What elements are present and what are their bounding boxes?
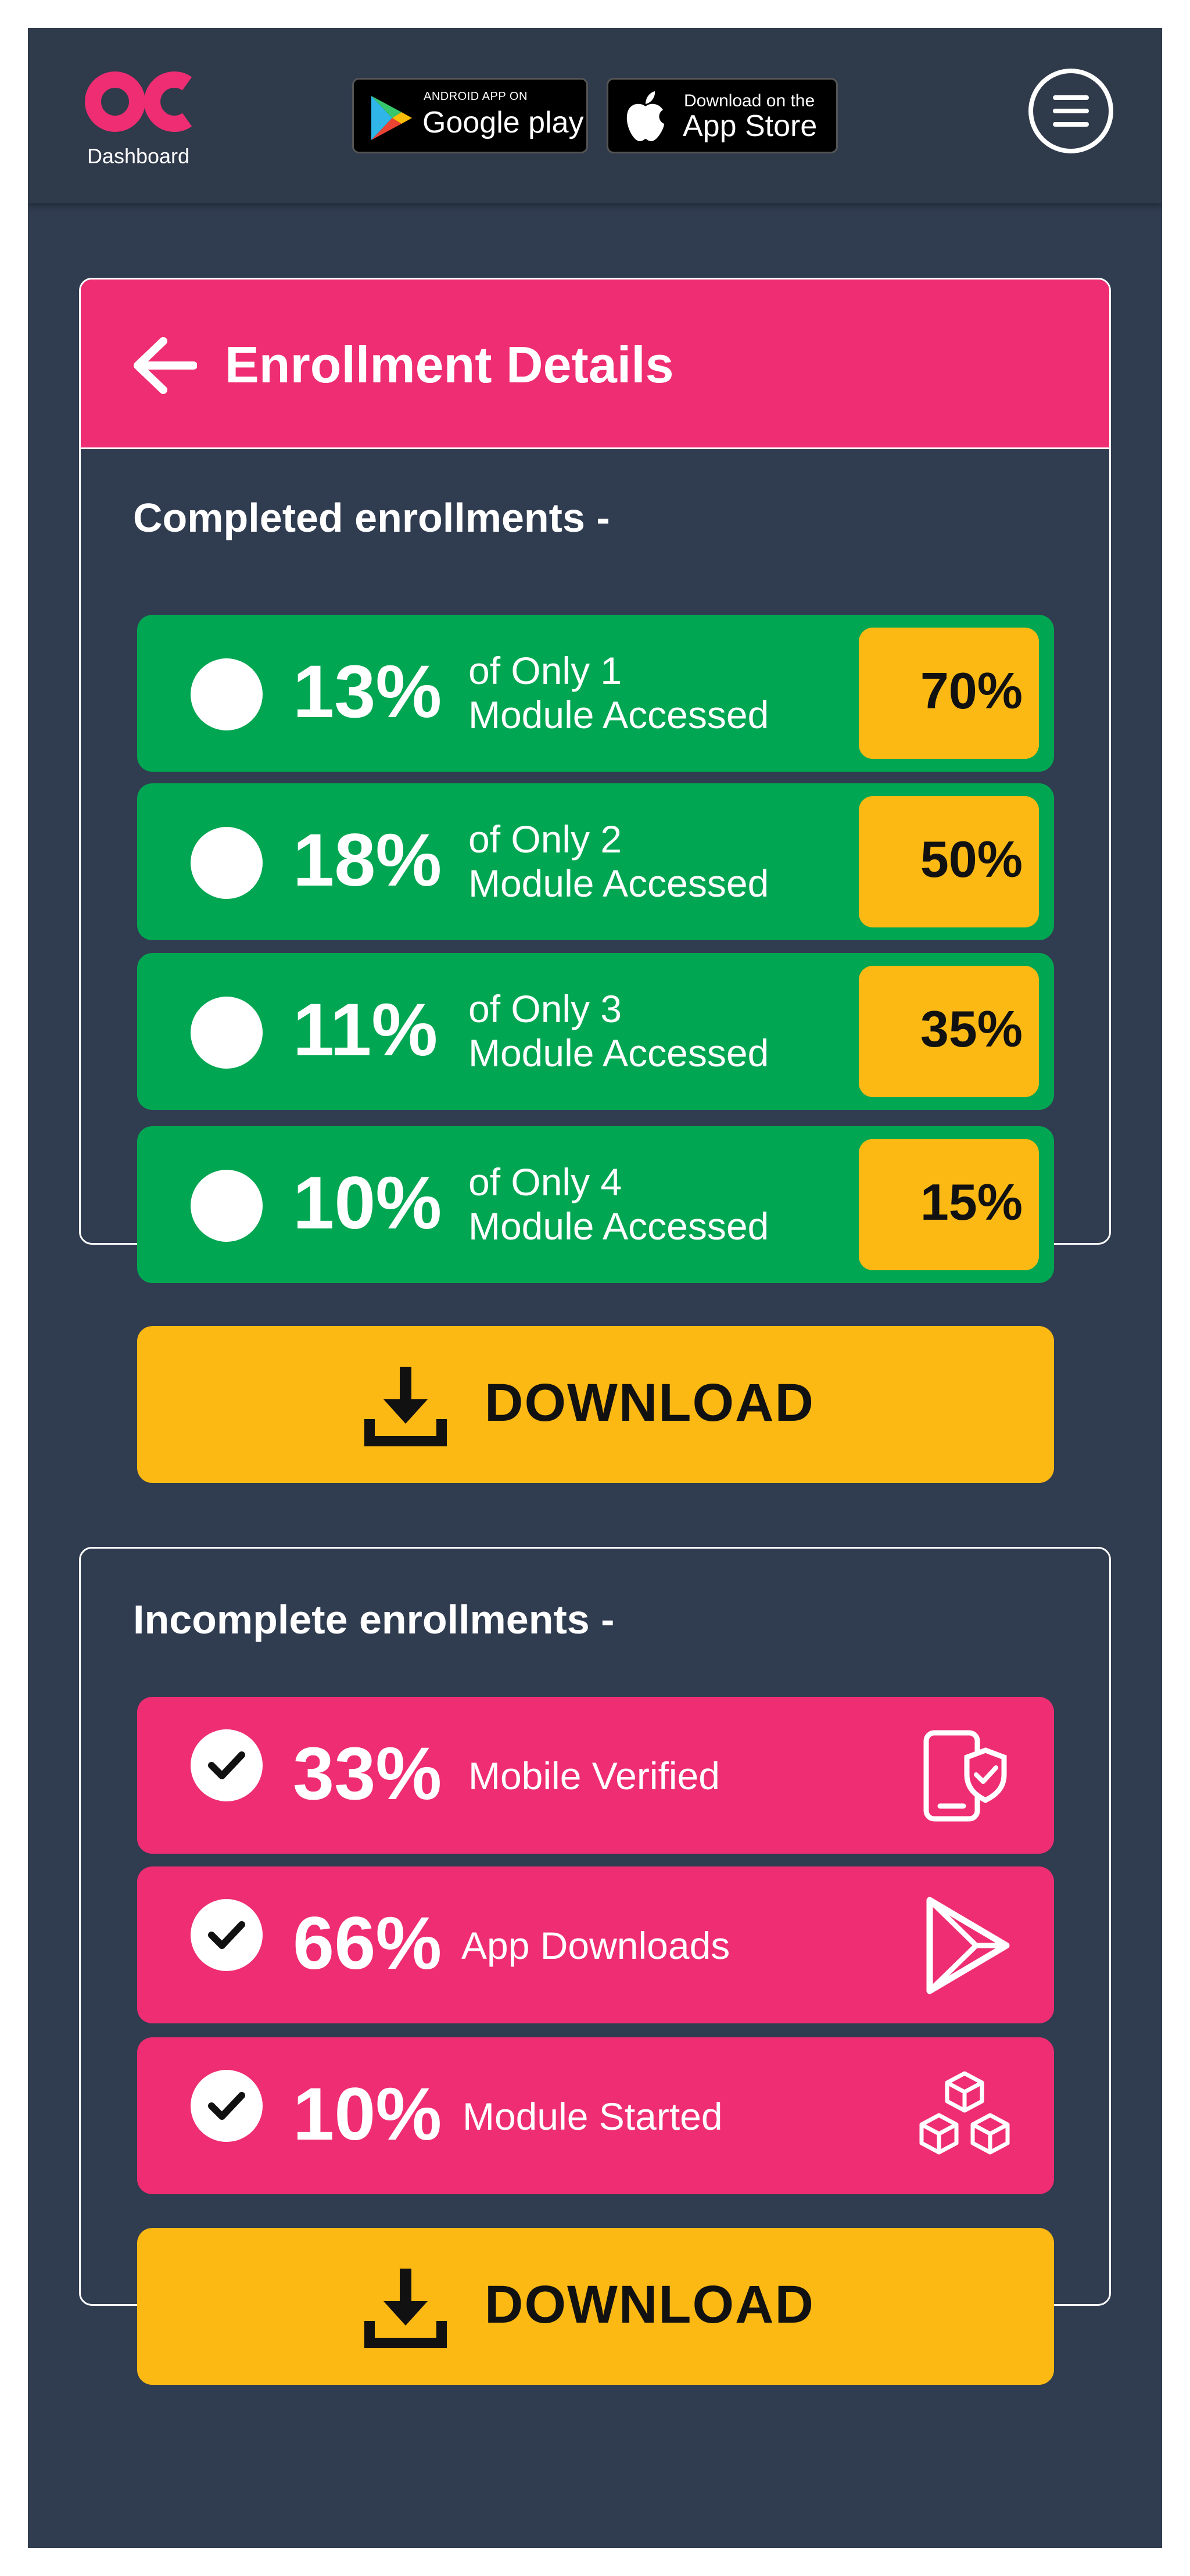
completed-row[interactable]: 11% of Only 3 Module Accessed 35% xyxy=(137,953,1054,1110)
page-header-bar: Enrollment Details xyxy=(81,280,1109,449)
checked-radio[interactable] xyxy=(191,2070,263,2142)
badge-value: 35% xyxy=(920,1000,1023,1058)
incomplete-row[interactable]: 10% Module Started xyxy=(137,2037,1054,2194)
completed-description: of Only 4 Module Accessed xyxy=(468,1160,863,1248)
incomplete-percent: 10% xyxy=(293,2073,442,2156)
apple-icon xyxy=(626,91,664,141)
description-line-1: of Only 4 xyxy=(468,1160,622,1203)
completion-badge: 50% xyxy=(859,796,1039,927)
description-line-1: of Only 3 xyxy=(468,987,622,1030)
incomplete-section-title: Incomplete enrollments - xyxy=(133,1597,615,1642)
badge-value: 15% xyxy=(920,1173,1023,1231)
checkmark-icon xyxy=(208,2092,245,2120)
page-title: Enrollment Details xyxy=(225,336,674,393)
completed-description: of Only 1 Module Accessed xyxy=(468,649,863,737)
completed-percent: 10% xyxy=(293,1162,442,1245)
completed-percent: 13% xyxy=(293,650,442,733)
apple-badge-small-text: Download on the xyxy=(684,91,815,110)
top-header: Dashboard ANDROID APP ON Google play Dow… xyxy=(28,28,1162,203)
play-store-icon xyxy=(926,1897,1010,1994)
description-line-2: Module Accessed xyxy=(468,1205,769,1248)
description-line-1: of Only 1 xyxy=(468,649,622,692)
description-line-2: Module Accessed xyxy=(468,1031,769,1074)
apple-badge-big-text: App Store xyxy=(683,109,818,143)
incomplete-label: App Downloads xyxy=(461,1924,730,1967)
checkmark-icon xyxy=(208,1921,245,1949)
incomplete-percent: 33% xyxy=(293,1732,442,1815)
radio-button[interactable] xyxy=(191,658,263,730)
download-icon xyxy=(364,2269,447,2348)
completed-row[interactable]: 13% of Only 1 Module Accessed 70% xyxy=(137,615,1054,772)
checkmark-icon xyxy=(208,1751,245,1779)
app-store-badge[interactable]: Download on the App Store xyxy=(607,78,838,153)
mobile-shield-icon xyxy=(923,1730,1007,1822)
description-line-1: of Only 2 xyxy=(468,818,622,861)
completion-badge: 35% xyxy=(859,966,1039,1097)
radio-button[interactable] xyxy=(191,1170,263,1242)
logo-caption: Dashboard xyxy=(87,144,190,168)
completed-row[interactable]: 10% of Only 4 Module Accessed 15% xyxy=(137,1126,1054,1283)
incomplete-row[interactable]: 66% App Downloads xyxy=(137,1866,1054,2023)
completed-description: of Only 3 Module Accessed xyxy=(468,987,863,1075)
logo-mark xyxy=(85,71,192,132)
completed-percent: 11% xyxy=(293,988,438,1072)
cubes-icon xyxy=(919,2071,1010,2155)
download-completed-button[interactable]: DOWNLOAD xyxy=(137,1326,1054,1483)
description-line-2: Module Accessed xyxy=(468,693,769,736)
download-icon xyxy=(364,1367,447,1446)
badge-value: 70% xyxy=(920,662,1023,719)
radio-button[interactable] xyxy=(191,827,263,899)
incomplete-label: Module Started xyxy=(463,2095,723,2138)
google-play-icon xyxy=(371,96,412,140)
badge-value: 50% xyxy=(920,830,1023,888)
checked-radio[interactable] xyxy=(191,1899,263,1971)
logo[interactable]: Dashboard xyxy=(80,69,196,168)
completion-badge: 15% xyxy=(859,1139,1039,1270)
download-incomplete-button[interactable]: DOWNLOAD xyxy=(137,2228,1054,2385)
completion-badge: 70% xyxy=(859,628,1039,759)
download-label: DOWNLOAD xyxy=(485,1373,815,1432)
incomplete-percent: 66% xyxy=(293,1902,442,1985)
google-badge-small-text: ANDROID APP ON xyxy=(424,90,528,103)
download-label: DOWNLOAD xyxy=(485,2275,815,2334)
app-screen: Dashboard ANDROID APP ON Google play Dow… xyxy=(28,28,1162,2548)
menu-button[interactable] xyxy=(1028,69,1113,153)
completed-section-title: Completed enrollments - xyxy=(133,495,610,540)
checked-radio[interactable] xyxy=(191,1729,263,1801)
description-line-2: Module Accessed xyxy=(468,862,769,905)
completed-percent: 18% xyxy=(293,819,442,902)
completed-row[interactable]: 18% of Only 2 Module Accessed 50% xyxy=(137,783,1054,940)
google-play-badge[interactable]: ANDROID APP ON Google play xyxy=(352,78,588,153)
radio-button[interactable] xyxy=(191,997,263,1069)
google-badge-big-text: Google play xyxy=(422,106,584,139)
incomplete-label: Mobile Verified xyxy=(468,1754,720,1797)
completed-description: of Only 2 Module Accessed xyxy=(468,817,863,905)
arrow-left-icon[interactable] xyxy=(133,336,197,395)
incomplete-row[interactable]: 33% Mobile Verified xyxy=(137,1697,1054,1854)
